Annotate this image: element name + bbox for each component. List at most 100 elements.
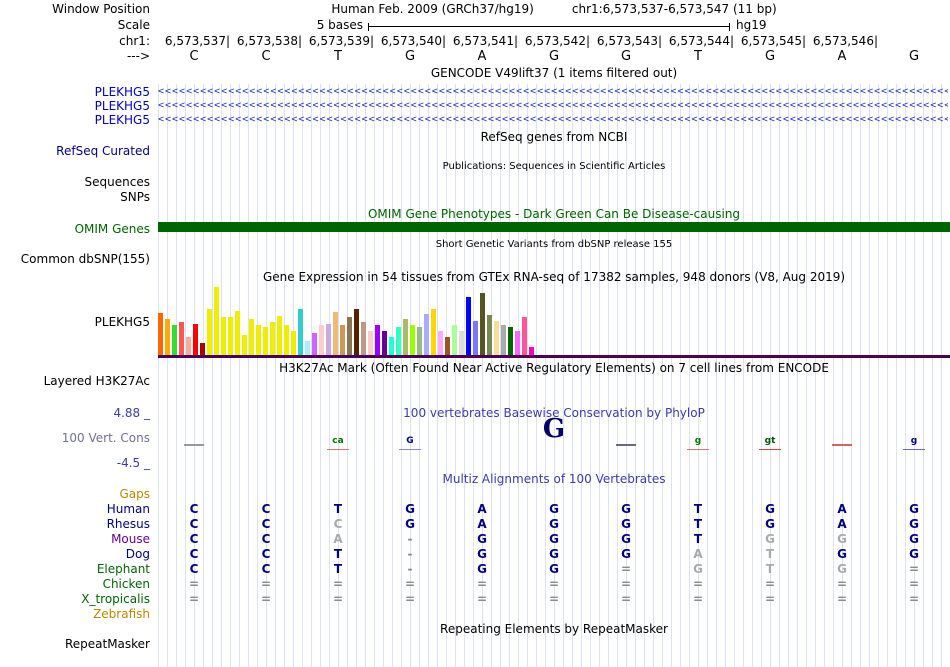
gtex-tissue-bar — [179, 322, 184, 355]
gtex-tissue-bar — [312, 333, 317, 355]
gtex-tissue-bar — [494, 321, 499, 355]
gene-model-row[interactable]: <<<<<<<<<<<<<<<<<<<<<<<<<<<<<<<<<<<<<<<<… — [158, 100, 948, 112]
alignment-base: C — [333, 517, 343, 531]
coordinate-label: 6,573,541| — [452, 34, 518, 48]
species-label[interactable]: Human — [0, 502, 150, 516]
dna-base: G — [548, 49, 560, 64]
gtex-expression-barchart[interactable] — [158, 287, 950, 355]
alignment-base: G — [621, 517, 631, 531]
alignment-base: T — [693, 502, 703, 516]
species-label[interactable]: Dog — [0, 547, 150, 561]
refseq-curated-label[interactable]: RefSeq Curated — [0, 144, 150, 158]
gtex-gene-label[interactable]: PLEKHG5 — [0, 315, 150, 329]
omim-gene-bar[interactable] — [158, 222, 950, 232]
snps-label[interactable]: SNPs — [0, 190, 150, 204]
gtex-tissue-bar — [445, 337, 450, 355]
alignment-base: C — [189, 517, 199, 531]
conservation-logo-letter: g — [694, 436, 702, 446]
gtex-tissue-bar — [389, 337, 394, 355]
gtex-tissue-bar — [214, 287, 219, 355]
scale-bar — [368, 23, 730, 31]
species-label[interactable]: X_tropicalis — [0, 592, 150, 606]
dna-base-row[interactable]: CCTGAGGTGAG — [158, 49, 950, 64]
conservation-wiggle[interactable]: ca G Gg gt g — [158, 414, 950, 466]
gtex-tissue-bar — [242, 335, 247, 355]
omim-genes-label[interactable]: OMIM Genes — [0, 222, 150, 236]
alignment-base: A — [477, 502, 487, 516]
genome-browser: Window Position Human Feb. 2009 (GRCh37/… — [0, 0, 950, 667]
multiz-track-title[interactable]: Multiz Alignments of 100 Vertebrates — [158, 472, 950, 486]
alignment-base: = — [404, 577, 416, 591]
publications-track-title[interactable]: Publications: Sequences in Scientific Ar… — [158, 161, 950, 172]
h3k27ac-label[interactable]: Layered H3K27Ac — [0, 374, 150, 388]
gtex-tissue-bar — [277, 316, 282, 355]
alignment-base: C — [261, 562, 271, 576]
species-label[interactable]: Chicken — [0, 577, 150, 591]
species-label[interactable]: Elephant — [0, 562, 150, 576]
repeatmasker-track-title[interactable]: Repeating Elements by RepeatMasker — [158, 622, 950, 636]
gtex-track-title[interactable]: Gene Expression in 54 tissues from GTEx … — [158, 270, 950, 284]
conservation-logo-letter: gt — [764, 436, 776, 446]
conservation-label[interactable]: 100 Vert. Cons — [0, 431, 150, 445]
species-label[interactable]: Mouse — [0, 532, 150, 546]
gtex-tissue-bar — [501, 325, 506, 355]
gtex-tissue-bar — [508, 327, 513, 355]
window-position-label: Window Position — [52, 2, 150, 16]
alignment-base: A — [333, 532, 343, 546]
alignment-base: = — [332, 592, 344, 606]
sequences-label[interactable]: Sequences — [0, 175, 150, 189]
alignment-base: T — [765, 547, 775, 561]
alignment-base: = — [404, 592, 416, 606]
gencode-gene-label[interactable]: PLEKHG5 — [0, 99, 150, 113]
alignment-base: = — [476, 592, 488, 606]
refseq-track-title[interactable]: RefSeq genes from NCBI — [158, 130, 950, 144]
alignment-base: = — [476, 577, 488, 591]
gtex-tissue-bar — [515, 331, 520, 355]
repeatmasker-label[interactable]: RepeatMasker — [0, 637, 150, 651]
alignment-base: C — [189, 547, 199, 561]
alignment-base: G — [909, 502, 919, 516]
h3k27ac-track-title[interactable]: H3K27Ac Mark (Often Found Near Active Re… — [158, 361, 950, 375]
gene-model-row[interactable]: <<<<<<<<<<<<<<<<<<<<<<<<<<<<<<<<<<<<<<<<… — [158, 86, 948, 98]
gencode-gene-label[interactable]: PLEKHG5 — [0, 85, 150, 99]
gtex-tissue-bar — [319, 325, 324, 355]
scale-ruler: 5 bases hg19 — [158, 18, 950, 32]
coordinate-label: 6,573,537| — [164, 34, 230, 48]
coordinate-label: 6,573,544| — [668, 34, 734, 48]
alignment-base: G — [549, 502, 559, 516]
gene-model-row[interactable]: <<<<<<<<<<<<<<<<<<<<<<<<<<<<<<<<<<<<<<<<… — [158, 114, 948, 126]
gtex-tissue-bar — [452, 325, 457, 355]
alignment-base: G — [405, 502, 415, 516]
assembly-name: Human Feb. 2009 (GRCh37/hg19) — [331, 2, 534, 16]
dna-base: T — [694, 49, 702, 64]
alignment-base: G — [909, 517, 919, 531]
alignment-base: = — [548, 592, 560, 606]
alignment-base: T — [333, 547, 343, 561]
omim-track-title[interactable]: OMIM Gene Phenotypes - Dark Green Can Be… — [158, 207, 950, 221]
gencode-track-title[interactable]: GENCODE V49lift37 (1 items filtered out) — [158, 66, 950, 80]
gtex-tissue-bar — [333, 312, 338, 355]
alignment-base: G — [837, 547, 847, 561]
conservation-underline — [687, 449, 709, 450]
gencode-gene-label[interactable]: PLEKHG5 — [0, 113, 150, 127]
gtex-tissue-bar — [207, 309, 212, 355]
species-label[interactable]: Zebrafish — [0, 607, 150, 621]
gtex-tissue-bar — [368, 331, 373, 355]
gtex-tissue-bar — [221, 317, 226, 355]
dna-base: C — [189, 49, 199, 64]
conservation-dash — [832, 444, 852, 446]
species-label[interactable]: Gaps — [0, 487, 150, 501]
species-label[interactable]: Rhesus — [0, 517, 150, 531]
gtex-tissue-bar — [473, 321, 478, 355]
dbsnp-track-title[interactable]: Short Genetic Variants from dbSNP releas… — [158, 239, 950, 250]
alignment-base: = — [260, 592, 272, 606]
coordinate-ruler[interactable]: 6,573,537| 6,573,538| 6,573,539| 6,573,540|… — [158, 34, 950, 48]
gtex-tissue-bar — [354, 309, 359, 355]
gtex-tissue-bar — [249, 319, 254, 355]
gtex-tissue-bar — [424, 314, 429, 355]
dna-base: G — [908, 49, 920, 64]
dna-base: C — [261, 49, 271, 64]
gtex-tissue-bar — [438, 331, 443, 355]
scale-label: Scale — [117, 18, 150, 32]
dbsnp-label[interactable]: Common dbSNP(155) — [0, 252, 150, 266]
